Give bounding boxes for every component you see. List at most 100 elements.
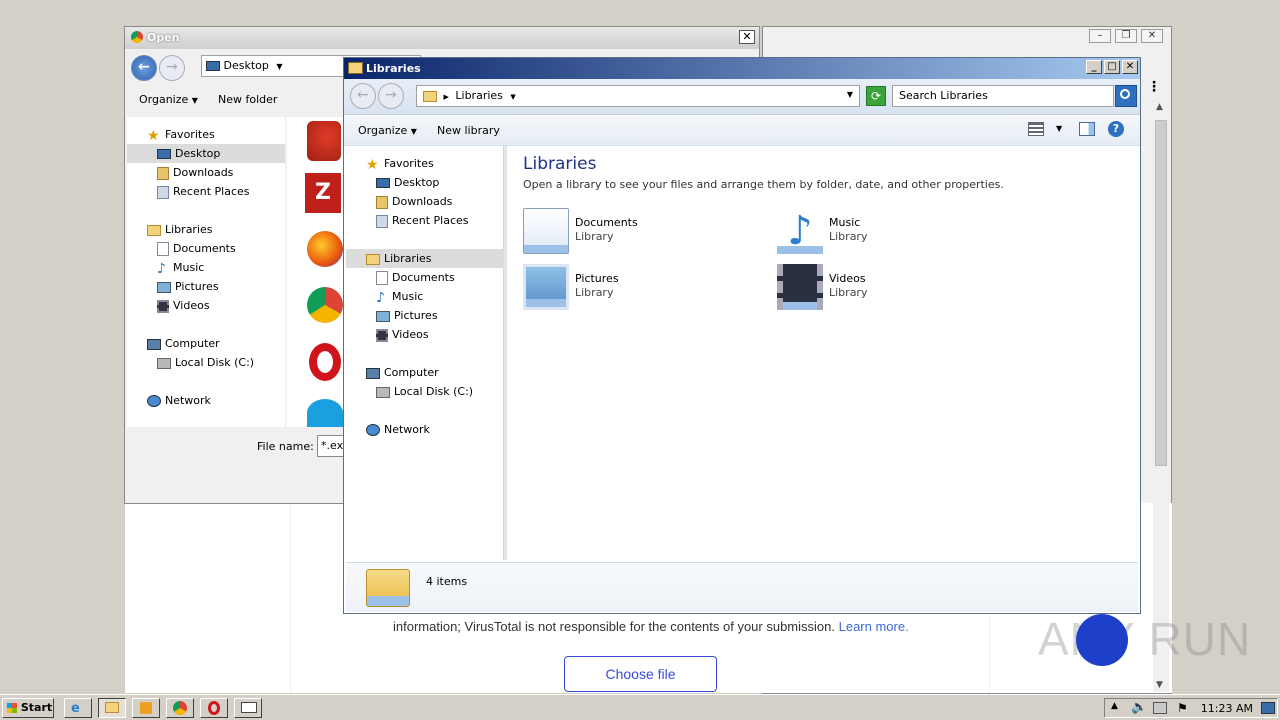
clock[interactable]: 11:23 AM xyxy=(1201,702,1253,715)
filezilla-shortcut-icon[interactable]: Z xyxy=(305,173,341,213)
taskbar: Start e ▲ 🔈 ⚑ 11:23 AM xyxy=(0,694,1280,720)
media-player-icon xyxy=(140,702,152,714)
window-taskbar-button[interactable] xyxy=(234,698,262,718)
learn-more-link[interactable]: Learn more. xyxy=(839,619,909,634)
nav-favorites[interactable]: ★ Favorites xyxy=(147,125,215,144)
scroll-up-arrow-icon[interactable]: ▲ xyxy=(1156,102,1163,112)
breadcrumb-arrow-icon[interactable]: ▶ xyxy=(444,93,449,101)
show-desktop-icon[interactable] xyxy=(1261,702,1275,714)
nav-downloads[interactable]: Downloads xyxy=(157,163,233,182)
opera-taskbar-button[interactable] xyxy=(200,698,228,718)
library-type: Library xyxy=(575,230,614,243)
back-button[interactable]: ← xyxy=(131,55,157,81)
media-player-taskbar-button[interactable] xyxy=(132,698,160,718)
address-history-dropdown-icon[interactable]: ▼ xyxy=(847,90,853,99)
explorer-taskbar-button[interactable] xyxy=(98,698,126,718)
pictures-icon xyxy=(376,310,390,322)
show-hidden-icons-icon[interactable]: ▲ xyxy=(1111,701,1118,711)
libraries-window-controls: _ □ ✕ xyxy=(1086,60,1138,74)
star-icon: ★ xyxy=(147,128,160,144)
ccleaner-shortcut-icon[interactable] xyxy=(307,121,341,161)
preview-pane-icon[interactable] xyxy=(1079,122,1095,136)
library-videos[interactable]: Videos Library xyxy=(777,264,977,314)
nav-recent-places[interactable]: Recent Places xyxy=(157,182,250,201)
change-view-icon[interactable] xyxy=(1028,122,1044,136)
new-library-button[interactable]: New library xyxy=(437,124,500,137)
opera-shortcut-icon[interactable] xyxy=(309,343,341,381)
close-button[interactable]: ✕ xyxy=(1122,60,1138,74)
scrollbar-thumb[interactable] xyxy=(1155,120,1167,466)
library-pictures[interactable]: Pictures Library xyxy=(523,264,723,314)
nav-desktop[interactable]: Desktop xyxy=(376,173,439,192)
firefox-shortcut-icon[interactable] xyxy=(307,231,343,267)
action-center-flag-icon[interactable]: ⚑ xyxy=(1177,701,1188,715)
chevron-down-icon[interactable]: ▼ xyxy=(276,62,282,71)
computer-icon xyxy=(366,367,380,379)
minimize-button[interactable]: _ xyxy=(1086,60,1102,74)
nav-documents[interactable]: Documents xyxy=(157,239,236,258)
start-button[interactable]: Start xyxy=(2,698,54,718)
organize-button[interactable]: Organize ▼ xyxy=(139,93,198,106)
nav-pictures[interactable]: Pictures xyxy=(157,277,219,296)
choose-file-button[interactable]: Choose file xyxy=(564,656,717,692)
nav-libraries[interactable]: Libraries xyxy=(346,249,504,268)
forward-button[interactable]: → xyxy=(378,83,404,109)
nav-network[interactable]: Network xyxy=(366,420,430,439)
search-icon[interactable] xyxy=(1115,85,1137,107)
nav-recent-places[interactable]: Recent Places xyxy=(376,211,469,230)
restore-button[interactable]: ❐ xyxy=(1115,29,1137,43)
nav-videos[interactable]: Videos xyxy=(376,325,429,344)
videos-library-icon xyxy=(777,264,823,310)
browser-menu-icon[interactable]: ⋮ xyxy=(1147,79,1161,95)
windows-logo-icon xyxy=(7,703,17,713)
library-documents[interactable]: Documents Library xyxy=(523,208,723,258)
downloads-icon xyxy=(376,195,388,209)
libraries-folder-icon xyxy=(147,224,161,236)
nav-computer[interactable]: Computer xyxy=(147,334,220,353)
nav-documents[interactable]: Documents xyxy=(376,268,455,287)
library-type: Library xyxy=(829,286,868,299)
nav-pictures[interactable]: Pictures xyxy=(376,306,438,325)
maximize-button[interactable]: □ xyxy=(1104,60,1120,74)
forward-button[interactable]: → xyxy=(159,55,185,81)
open-dialog-close-button[interactable]: ✕ xyxy=(739,30,755,44)
nav-downloads[interactable]: Downloads xyxy=(376,192,452,211)
address-bar[interactable]: ▶ Libraries ▼ ▼ xyxy=(416,85,860,107)
chevron-down-icon[interactable]: ▼ xyxy=(510,93,515,101)
chrome-icon xyxy=(131,31,143,43)
browser-scrollbar[interactable]: ▲ ▼ xyxy=(1153,100,1169,692)
search-input[interactable]: Search Libraries xyxy=(892,85,1114,107)
chrome-shortcut-icon[interactable] xyxy=(307,287,343,323)
nav-local-disk[interactable]: Local Disk (C:) xyxy=(157,353,254,372)
nav-music[interactable]: ♪ Music xyxy=(157,258,204,277)
network-tray-icon[interactable] xyxy=(1153,702,1167,714)
nav-favorites[interactable]: ★ Favorites xyxy=(366,154,434,173)
help-icon[interactable]: ? xyxy=(1108,121,1124,137)
system-tray: ▲ 🔈 ⚑ 11:23 AM xyxy=(1104,698,1278,718)
nav-videos[interactable]: Videos xyxy=(157,296,210,315)
nav-desktop[interactable]: Desktop xyxy=(127,144,285,163)
new-folder-button[interactable]: New folder xyxy=(218,93,277,106)
refresh-button[interactable]: ⟳ xyxy=(866,86,886,106)
volume-icon[interactable]: 🔈 xyxy=(1131,700,1147,715)
ie-taskbar-button[interactable]: e xyxy=(64,698,92,718)
skype-shortcut-icon[interactable] xyxy=(307,399,343,427)
nav-music[interactable]: ♪ Music xyxy=(376,287,423,306)
libraries-window-title: Libraries xyxy=(366,62,421,75)
nav-libraries[interactable]: Libraries xyxy=(147,220,213,239)
minimize-button[interactable]: – xyxy=(1089,29,1111,43)
library-music[interactable]: ♪ Music Library xyxy=(777,208,977,258)
organize-button[interactable]: Organize ▼ xyxy=(358,124,417,137)
back-button[interactable]: ← xyxy=(350,83,376,109)
chrome-taskbar-button[interactable] xyxy=(166,698,194,718)
view-options-dropdown-icon[interactable]: ▼ xyxy=(1056,124,1062,133)
libraries-titlebar[interactable]: Libraries _ □ ✕ xyxy=(344,58,1140,79)
open-dialog-titlebar[interactable]: Open ✕ xyxy=(125,27,759,49)
nav-local-disk[interactable]: Local Disk (C:) xyxy=(376,382,473,401)
nav-computer[interactable]: Computer xyxy=(366,363,439,382)
nav-network[interactable]: Network xyxy=(147,391,211,410)
close-button[interactable]: ✕ xyxy=(1141,29,1163,43)
scroll-down-arrow-icon[interactable]: ▼ xyxy=(1156,680,1163,690)
address-path[interactable]: Libraries xyxy=(455,89,503,102)
upload-disclaimer: information; VirusTotal is not responsib… xyxy=(393,619,909,634)
